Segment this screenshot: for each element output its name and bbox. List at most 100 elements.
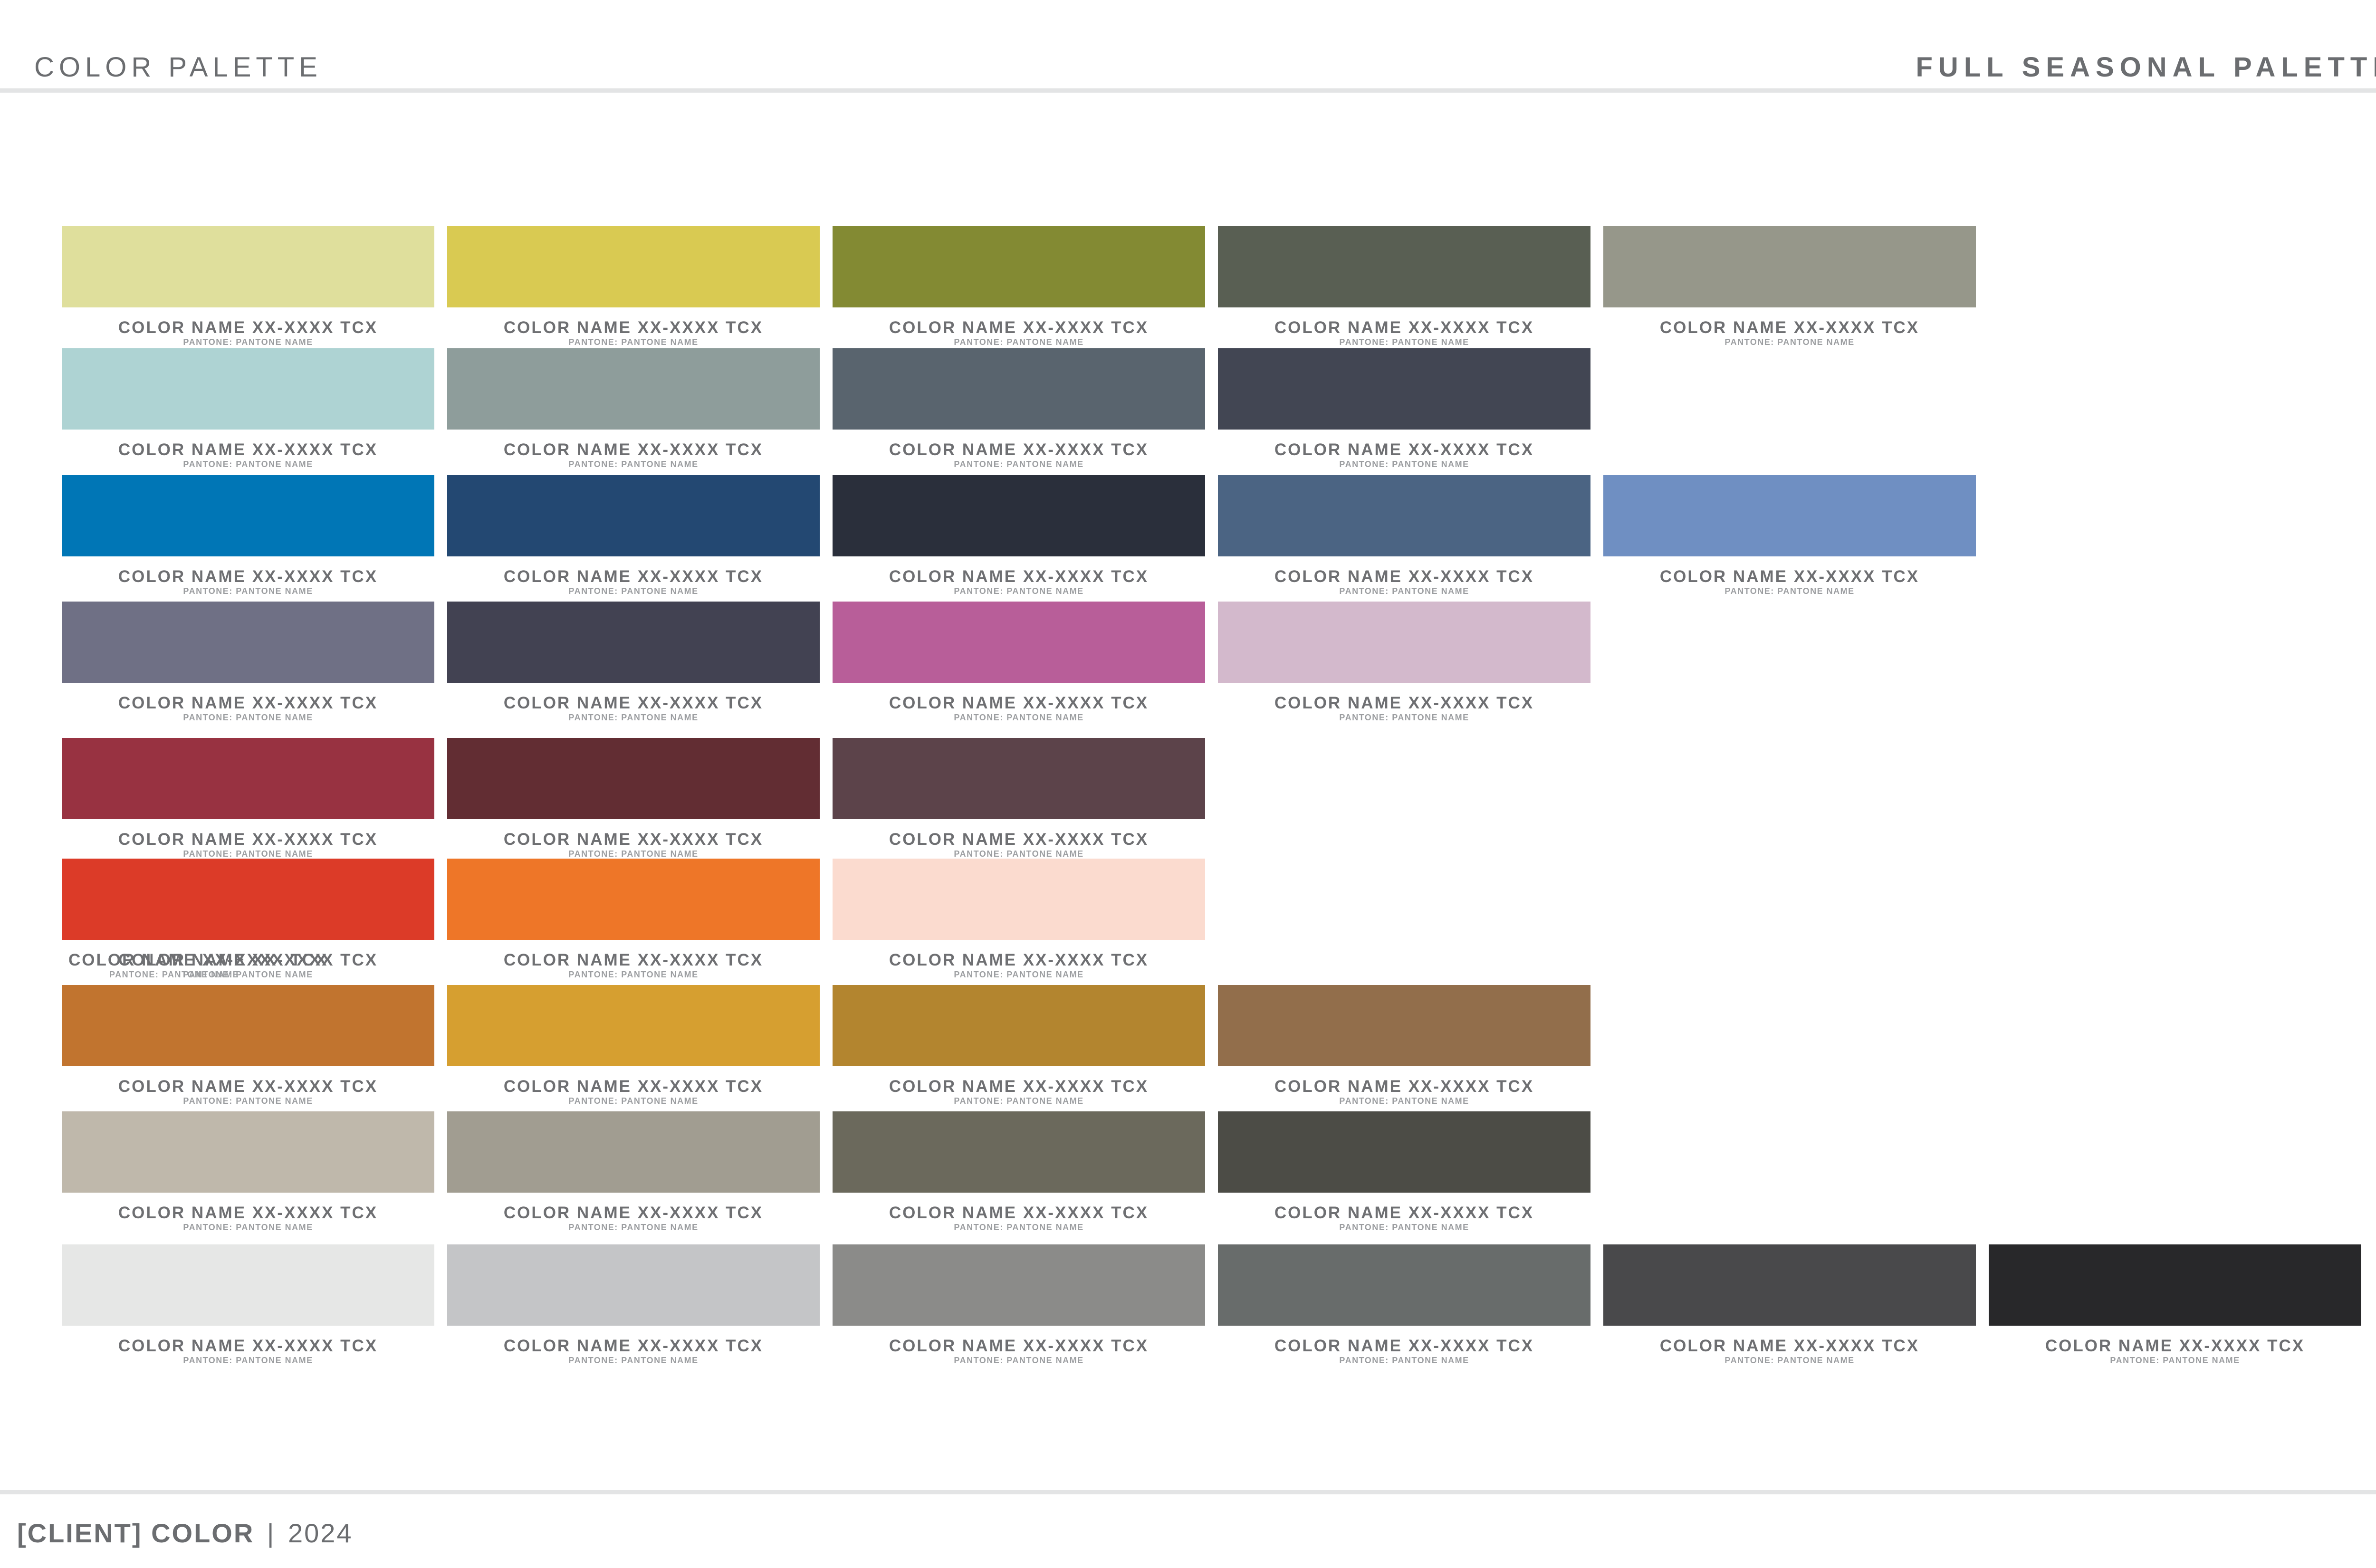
- color-swatch: COLOR NAME XX-XXXX TCX PANTONE: PANTONE N…: [62, 859, 434, 979]
- swatch-chip: [1218, 985, 1590, 1066]
- swatch-color-name: COLOR NAME XX-XXXX TCX: [1274, 440, 1534, 459]
- swatch-chip: [62, 738, 434, 819]
- stray-pantone-name: PANTONE: PANTONE NAME: [109, 970, 240, 979]
- swatch-pantone-name: PANTONE: PANTONE NAME: [2110, 1356, 2240, 1365]
- swatch-color-name: COLOR NAME XX-XXXX TCX: [889, 318, 1149, 337]
- swatch-color-name: COLOR NAME XX-XXXX TCX: [118, 1337, 378, 1355]
- swatch-color-name: COLOR NAME XX-XXXX TCX: [889, 1337, 1149, 1355]
- swatch-pantone-name: PANTONE: PANTONE NAME: [183, 337, 313, 347]
- color-swatch: COLOR NAME XX-XXXX TCX PANTONE: PANTONE N…: [62, 1111, 434, 1232]
- swatch-color-name: COLOR NAME XX-XXXX TCX: [118, 1077, 378, 1096]
- footer-separator: |: [267, 1518, 276, 1548]
- color-swatch: COLOR NAME XX-XXXX TCX PANTONE: PANTONE N…: [833, 602, 1205, 722]
- swatch-chip: [447, 1111, 820, 1193]
- swatch-pantone-name: PANTONE: PANTONE NAME: [954, 586, 1084, 596]
- color-swatch: COLOR NAME XX-XXXX TCX PANTONE: PANTONE N…: [833, 226, 1205, 346]
- swatch-chip: [62, 1244, 434, 1326]
- swatch-chip: [1218, 1244, 1590, 1326]
- swatch-color-name: COLOR NAME XX-XXXX TCX: [503, 440, 764, 459]
- color-swatch: COLOR NAME XX-XXXX TCX PANTONE: PANTONE N…: [833, 738, 1205, 858]
- swatch-chip: [833, 226, 1205, 307]
- swatch-pantone-name: PANTONE: PANTONE NAME: [954, 713, 1084, 722]
- swatch-color-name: COLOR NAME XX-XXXX TCX: [118, 1204, 378, 1222]
- swatch-pantone-name: PANTONE: PANTONE NAME: [1339, 459, 1469, 469]
- color-swatch: COLOR NAME XX-XXXX TCX PANTONE: PANTONE N…: [447, 475, 820, 595]
- swatch-color-name: COLOR NAME XX-XXXX TCX: [889, 1077, 1149, 1096]
- swatch-color-name: COLOR NAME XX-XXXX TCX: [889, 1204, 1149, 1222]
- color-swatch: COLOR NAME XX-XXXX TCX PANTONE: PANTONE N…: [1603, 475, 1976, 595]
- color-swatch: COLOR NAME XX-XXXX TCX PANTONE: PANTONE N…: [1218, 1244, 1590, 1365]
- color-swatch: COLOR NAME XX-XXXX TCX PANTONE: PANTONE N…: [447, 1111, 820, 1232]
- footer: [CLIENT] COLOR | 2024: [17, 1518, 353, 1549]
- swatch-color-name: COLOR NAME XX-XXXX TCX: [1274, 318, 1534, 337]
- swatch-color-name: COLOR NAME XX-XXXX TCX: [1659, 567, 1920, 586]
- swatch-chip: [833, 475, 1205, 556]
- swatch-chip: [833, 738, 1205, 819]
- swatch-pantone-name: PANTONE: PANTONE NAME: [954, 849, 1084, 859]
- swatch-color-name: COLOR NAME XX-XXXX TCX: [118, 318, 378, 337]
- swatch-color-name: COLOR NAME XX-XXXX TCX: [503, 1204, 764, 1222]
- swatch-chip: [833, 1111, 1205, 1193]
- swatch-color-name: COLOR NAME XX-XXXX TCX: [1274, 1204, 1534, 1222]
- color-swatch: COLOR NAME XX-XXXX TCX PANTONE: PANTONE N…: [447, 602, 820, 722]
- swatch-chip: [447, 475, 820, 556]
- swatch-color-name: COLOR NAME XX-XXXX TCX: [503, 567, 764, 586]
- swatch-chip: [833, 1244, 1205, 1326]
- color-swatch: COLOR NAME XX-XXXX TCX PANTONE: PANTONE N…: [833, 859, 1205, 979]
- color-swatch: COLOR NAME XX-XXXX TCX PANTONE: PANTONE N…: [1218, 348, 1590, 468]
- header-divider: [0, 88, 2376, 93]
- color-swatch: COLOR NAME XX-XXXX TCX PANTONE: PANTONE N…: [1989, 1244, 2361, 1365]
- swatch-color-name: COLOR NAME XX-XXXX TCX: [1274, 567, 1534, 586]
- swatch-pantone-name: PANTONE: PANTONE NAME: [1339, 586, 1469, 596]
- swatch-chip: [833, 348, 1205, 430]
- swatch-chip: [62, 1111, 434, 1193]
- swatch-chip: [62, 602, 434, 683]
- swatch-pantone-name: PANTONE: PANTONE NAME: [954, 1356, 1084, 1365]
- color-swatch: COLOR NAME XX-XXXX TCX PANTONE: PANTONE N…: [833, 348, 1205, 468]
- swatch-pantone-name: PANTONE: PANTONE NAME: [1339, 337, 1469, 347]
- stray-swatch-label: COLOR NAME XX-XXXX TCX PANTONE: PANTONE N…: [62, 952, 434, 985]
- color-swatch: COLOR NAME XX-XXXX TCX PANTONE: PANTONE N…: [447, 1244, 820, 1365]
- swatch-color-name: COLOR NAME XX-XXXX TCX: [1274, 1077, 1534, 1096]
- swatch-color-name: COLOR NAME XX-XXXX TCX: [503, 694, 764, 712]
- swatch-pantone-name: PANTONE: PANTONE NAME: [568, 1223, 699, 1232]
- stray-color-name: COLOR NAME XX-XXXX TCX: [68, 951, 328, 969]
- swatch-chip: [62, 348, 434, 430]
- swatch-chip: [833, 985, 1205, 1066]
- swatch-chip: [447, 348, 820, 430]
- page-title: COLOR PALETTE: [34, 52, 322, 83]
- color-swatch: COLOR NAME XX-XXXX TCX PANTONE: PANTONE N…: [1603, 1244, 1976, 1365]
- swatch-color-name: COLOR NAME XX-XXXX TCX: [503, 318, 764, 337]
- color-swatch: COLOR NAME XX-XXXX TCX PANTONE: PANTONE N…: [1218, 985, 1590, 1105]
- swatch-color-name: COLOR NAME XX-XXXX TCX: [889, 830, 1149, 849]
- swatch-pantone-name: PANTONE: PANTONE NAME: [1725, 586, 1855, 596]
- swatch-pantone-name: PANTONE: PANTONE NAME: [568, 1356, 699, 1365]
- color-swatch: COLOR NAME XX-XXXX TCX PANTONE: PANTONE N…: [447, 985, 820, 1105]
- color-swatch: COLOR NAME XX-XXXX TCX PANTONE: PANTONE N…: [833, 1111, 1205, 1232]
- color-swatch: COLOR NAME XX-XXXX TCX PANTONE: PANTONE N…: [62, 738, 434, 858]
- color-swatch: COLOR NAME XX-XXXX TCX PANTONE: PANTONE N…: [62, 226, 434, 346]
- swatch-pantone-name: PANTONE: PANTONE NAME: [183, 1356, 313, 1365]
- color-swatch: COLOR NAME XX-XXXX TCX PANTONE: PANTONE N…: [62, 602, 434, 722]
- swatch-color-name: COLOR NAME XX-XXXX TCX: [118, 567, 378, 586]
- color-swatch: COLOR NAME XX-XXXX TCX PANTONE: PANTONE N…: [1218, 1111, 1590, 1232]
- swatch-color-name: COLOR NAME XX-XXXX TCX: [503, 830, 764, 849]
- swatch-pantone-name: PANTONE: PANTONE NAME: [1339, 713, 1469, 722]
- color-swatch: COLOR NAME XX-XXXX TCX PANTONE: PANTONE N…: [447, 348, 820, 468]
- swatch-chip: [62, 475, 434, 556]
- swatch-pantone-name: PANTONE: PANTONE NAME: [1339, 1223, 1469, 1232]
- footer-divider: [0, 1490, 2376, 1494]
- swatch-color-name: COLOR NAME XX-XXXX TCX: [889, 440, 1149, 459]
- swatch-chip: [833, 602, 1205, 683]
- swatch-color-name: COLOR NAME XX-XXXX TCX: [1659, 318, 1920, 337]
- section-title: FULL SEASONAL PALETTE: [1916, 52, 2376, 83]
- swatch-pantone-name: PANTONE: PANTONE NAME: [1339, 1356, 1469, 1365]
- swatch-chip: [1603, 226, 1976, 307]
- swatch-pantone-name: PANTONE: PANTONE NAME: [183, 1096, 313, 1106]
- swatch-chip: [447, 985, 820, 1066]
- color-swatch: COLOR NAME XX-XXXX TCX PANTONE: PANTONE N…: [1218, 226, 1590, 346]
- color-swatch: COLOR NAME XX-XXXX TCX PANTONE: PANTONE N…: [1218, 475, 1590, 595]
- swatch-pantone-name: PANTONE: PANTONE NAME: [568, 337, 699, 347]
- swatch-chip: [1603, 475, 1976, 556]
- swatch-color-name: COLOR NAME XX-XXXX TCX: [889, 567, 1149, 586]
